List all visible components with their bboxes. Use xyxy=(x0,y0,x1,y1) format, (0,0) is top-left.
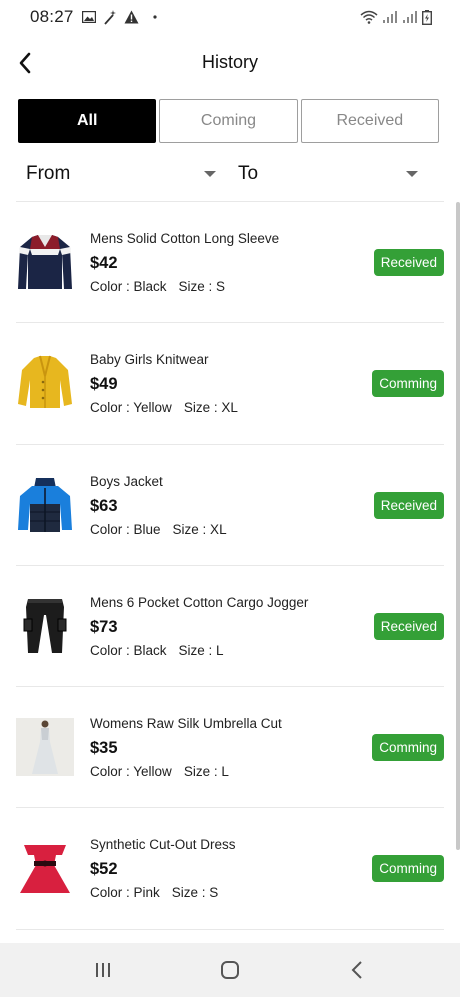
item-attributes: Color : Black Size : S xyxy=(90,279,279,295)
list-item[interactable]: Baby Girls Knitwear $49 Color : Yellow S… xyxy=(16,323,444,445)
product-image xyxy=(16,233,74,291)
status-icons-right xyxy=(360,9,432,25)
item-color: Color : Yellow xyxy=(90,764,172,780)
tab-coming[interactable]: Coming xyxy=(159,99,298,143)
item-info: Synthetic Cut-Out Dress $52 Color : Pink… xyxy=(90,837,236,901)
cargo-pants-icon xyxy=(23,598,67,653)
dress-icon xyxy=(20,845,70,894)
item-color: Color : Black xyxy=(90,279,167,294)
history-list: Mens Solid Cotton Long Sleeve $42 Color … xyxy=(16,202,444,930)
home-button[interactable] xyxy=(210,950,250,990)
gown-icon xyxy=(16,718,74,777)
item-size: Size : S xyxy=(178,279,226,294)
item-attributes: Color : Yellow Size : L xyxy=(90,764,282,780)
product-image xyxy=(16,839,74,897)
caret-down-icon xyxy=(204,171,216,177)
chevron-left-icon xyxy=(19,52,31,74)
caret-down-icon xyxy=(406,171,418,177)
status-badge[interactable]: Received xyxy=(373,249,444,276)
from-label: From xyxy=(26,163,71,184)
product-image xyxy=(16,354,74,412)
item-info: Mens Solid Cotton Long Sleeve $42 Color … xyxy=(90,231,279,295)
header: History xyxy=(0,40,460,84)
item-name: Synthetic Cut-Out Dress xyxy=(90,837,236,853)
item-price: $52 xyxy=(90,860,118,879)
item-info: Baby Girls Knitwear $49 Color : Yellow S… xyxy=(90,352,238,416)
wifi-icon xyxy=(360,10,378,24)
item-attributes: Color : Black Size : L xyxy=(90,643,308,659)
item-attributes: Color : Pink Size : S xyxy=(90,885,236,901)
battery-icon xyxy=(422,9,432,25)
jacket-icon xyxy=(18,477,72,532)
status-badge[interactable]: Received xyxy=(373,491,444,519)
item-name: Baby Girls Knitwear xyxy=(90,352,209,368)
status-badge[interactable]: Received xyxy=(373,612,444,640)
item-color: Color : Black xyxy=(90,642,167,658)
product-image xyxy=(16,476,74,534)
item-size: Size : XL xyxy=(172,521,227,537)
to-date-dropdown[interactable]: To xyxy=(238,152,418,196)
list-item[interactable]: Mens 6 Pocket Cotton Cargo Jogger $73 Co… xyxy=(16,566,444,688)
item-size: Size : XL xyxy=(183,400,238,416)
gallery-icon xyxy=(81,11,96,23)
from-date-dropdown[interactable]: From xyxy=(26,152,216,196)
list-item[interactable]: Mens Solid Cotton Long Sleeve $42 Color … xyxy=(16,202,444,324)
product-image xyxy=(16,597,74,655)
signal-icon xyxy=(403,11,417,23)
back-icon xyxy=(351,961,362,979)
item-attributes: Color : Yellow Size : XL xyxy=(90,400,238,416)
scrollbar[interactable] xyxy=(456,202,460,850)
item-color: Color : Pink xyxy=(90,885,160,901)
item-price: $42 xyxy=(90,254,118,272)
tab-received[interactable]: Received xyxy=(300,99,439,143)
item-name: Mens 6 Pocket Cotton Cargo Jogger xyxy=(90,594,309,610)
recent-apps-icon xyxy=(96,963,111,977)
item-info: Boys Jacket $63 Color : Blue Size : XL xyxy=(90,474,227,538)
status-bar: 08:27 xyxy=(0,0,460,34)
back-button[interactable] xyxy=(8,46,42,80)
status-badge[interactable]: Comming xyxy=(372,734,444,762)
list-item[interactable]: Womens Raw Silk Umbrella Cut $35 Color :… xyxy=(16,687,444,809)
item-color: Color : Yellow xyxy=(90,400,172,416)
home-icon xyxy=(220,961,239,979)
page-title: History xyxy=(201,51,258,72)
item-info: Mens 6 Pocket Cotton Cargo Jogger $73 Co… xyxy=(90,595,308,659)
system-nav-bar xyxy=(0,943,460,997)
item-attributes: Color : Blue Size : XL xyxy=(90,522,227,538)
list-item[interactable]: Boys Jacket $63 Color : Blue Size : XL R… xyxy=(16,445,444,566)
system-back-button[interactable] xyxy=(337,950,377,990)
warning-icon xyxy=(124,10,139,24)
item-size: Size : L xyxy=(178,642,224,658)
status-icons-left xyxy=(81,9,159,25)
item-price: $73 xyxy=(90,617,118,636)
dot-icon xyxy=(152,15,157,19)
date-filters: From To xyxy=(0,152,460,196)
item-name: Boys Jacket xyxy=(90,473,163,489)
signal-icon xyxy=(383,11,397,23)
filter-tabs: All Coming Received xyxy=(18,99,439,143)
item-name: Mens Solid Cotton Long Sleeve xyxy=(90,231,280,246)
knit-cardigan-icon xyxy=(18,356,72,409)
item-info: Womens Raw Silk Umbrella Cut $35 Color :… xyxy=(90,716,282,780)
list-item[interactable]: Synthetic Cut-Out Dress $52 Color : Pink… xyxy=(16,808,444,930)
item-price: $49 xyxy=(90,375,118,394)
item-name: Womens Raw Silk Umbrella Cut xyxy=(90,716,282,732)
status-badge[interactable]: Comming xyxy=(372,370,444,398)
status-time: 08:27 xyxy=(30,7,74,26)
item-price: $35 xyxy=(90,739,118,758)
status-badge[interactable]: Comming xyxy=(372,855,444,883)
recent-apps-button[interactable] xyxy=(83,950,123,990)
long-sleeve-shirt-icon xyxy=(18,235,72,289)
magic-wand-icon xyxy=(103,10,116,25)
item-price: $63 xyxy=(90,496,118,515)
item-size: Size : L xyxy=(183,764,229,780)
item-size: Size : S xyxy=(171,885,219,901)
tab-all[interactable]: All xyxy=(18,99,157,143)
to-label: To xyxy=(238,163,259,184)
item-color: Color : Blue xyxy=(90,521,161,537)
product-image xyxy=(16,718,74,777)
